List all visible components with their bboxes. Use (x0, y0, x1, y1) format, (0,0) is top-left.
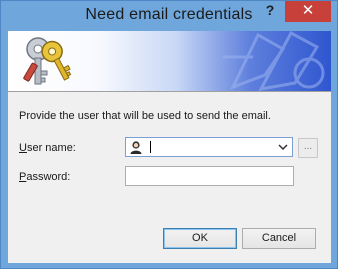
banner-decoration (223, 31, 325, 91)
dialog-window: Need email credentials ? ✕ Provide the u… (0, 0, 338, 269)
user-name-label-accelerator: U (19, 142, 27, 154)
user-icon (130, 141, 142, 154)
chevron-down-icon[interactable] (277, 141, 289, 153)
help-button[interactable]: ? (259, 1, 281, 21)
ok-button[interactable]: OK (163, 228, 237, 249)
password-label: Password: (19, 171, 70, 183)
banner-divider (8, 91, 331, 92)
browse-user-button[interactable]: ... (298, 138, 318, 158)
header-banner (8, 31, 331, 91)
password-field[interactable] (125, 166, 294, 186)
password-label-text: assword: (26, 171, 71, 183)
dialog-client-area: Provide the user that will be used to se… (8, 31, 331, 263)
instruction-text: Provide the user that will be used to se… (19, 110, 271, 122)
user-name-label: User name: (19, 142, 76, 154)
keys-icon (23, 37, 72, 85)
cancel-button[interactable]: Cancel (242, 228, 316, 249)
user-name-label-text: ser name: (26, 142, 76, 154)
user-name-combobox[interactable] (125, 137, 293, 157)
title-bar[interactable]: Need email credentials ? ✕ (1, 1, 337, 31)
text-caret (150, 141, 151, 153)
close-button[interactable]: ✕ (285, 1, 331, 22)
